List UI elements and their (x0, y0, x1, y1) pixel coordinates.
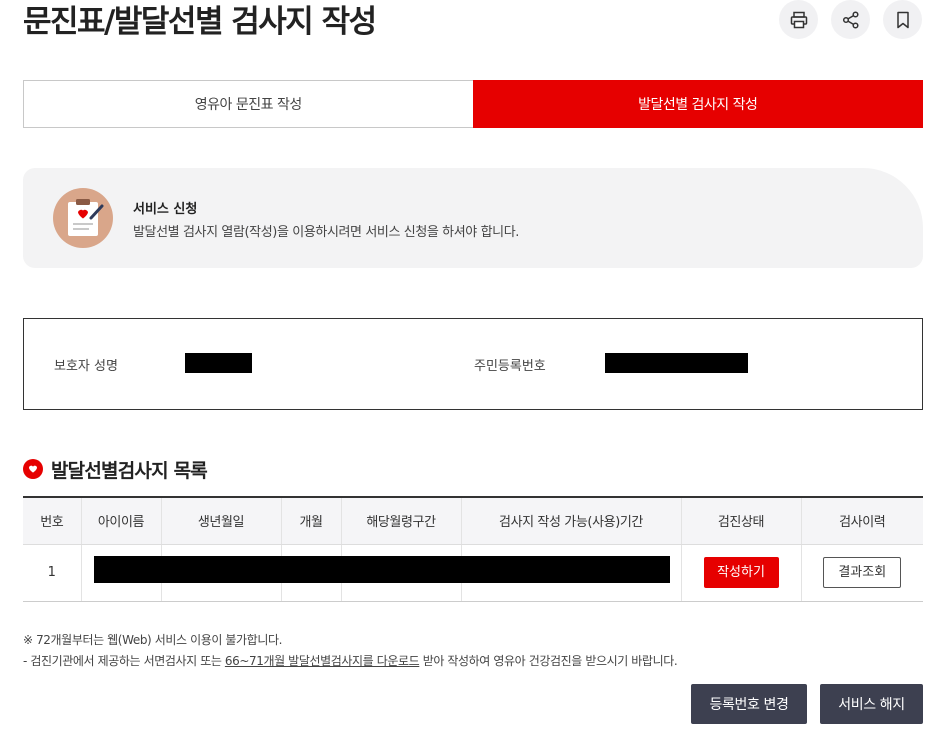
clipboard-heart-icon (53, 188, 113, 248)
print-button[interactable] (779, 0, 818, 39)
cell-status: 작성하기 (680, 544, 801, 602)
row-data-redacted (94, 556, 670, 583)
col-header-birthdate: 생년월일 (160, 496, 281, 545)
col-header-available-period: 검사지 작성 가능(사용)기간 (460, 496, 681, 545)
table-header-row: 번호 아이이름 생년월일 개월 해당월령구간 검사지 작성 가능(사용)기간 검… (23, 496, 923, 545)
guardian-name-redacted (185, 353, 252, 373)
section-title: 발달선별검사지 목록 (23, 455, 208, 483)
guardian-info-box: 보호자 성명 주민등록번호 (23, 318, 923, 410)
service-notice: 서비스 신청 발달선별 검사지 열람(작성)을 이용하시려면 서비스 신청을 하… (23, 168, 923, 268)
guardian-name-label: 보호자 성명 (54, 359, 118, 374)
write-button[interactable]: 작성하기 (703, 557, 779, 588)
rrn-label: 주민등록번호 (474, 359, 546, 374)
note-download: - 검진기관에서 제공하는 서면검사지 또는 66~71개월 발달선별검사지를 … (23, 652, 678, 669)
print-icon (790, 11, 807, 28)
change-registration-button[interactable]: 등록번호 변경 (691, 684, 807, 724)
rrn-redacted (605, 353, 748, 373)
view-result-button[interactable]: 결과조회 (823, 557, 902, 588)
col-header-age-range: 해당월령구간 (340, 496, 461, 545)
tab-bar: 영유아 문진표 작성 발달선별 검사지 작성 (23, 80, 923, 128)
download-link[interactable]: 66~71개월 발달선별검사지를 다운로드 (225, 654, 420, 668)
note-download-prefix: - 검진기관에서 제공하는 서면검사지 또는 (23, 654, 225, 668)
col-header-status: 검진상태 (680, 496, 801, 545)
tab-questionnaire[interactable]: 영유아 문진표 작성 (23, 80, 473, 128)
col-header-months: 개월 (280, 496, 341, 545)
notice-title: 서비스 신청 (133, 202, 198, 217)
row-number: 1 (23, 544, 81, 602)
screening-list-table: 번호 아이이름 생년월일 개월 해당월령구간 검사지 작성 가능(사용)기간 검… (23, 496, 923, 602)
col-header-history: 검사이력 (800, 496, 923, 545)
share-button[interactable] (831, 0, 870, 39)
heart-icon (23, 459, 43, 479)
note-web-limit: ※ 72개월부터는 웹(Web) 서비스 이용이 불가합니다. (23, 633, 283, 647)
cancel-service-button[interactable]: 서비스 해지 (820, 684, 923, 724)
tab-development-screening[interactable]: 발달선별 검사지 작성 (472, 80, 923, 128)
col-header-child-name: 아이이름 (80, 496, 161, 545)
notice-description: 발달선별 검사지 열람(작성)을 이용하시려면 서비스 신청을 하셔야 합니다. (133, 225, 520, 240)
bookmark-button[interactable] (883, 0, 922, 39)
bookmark-icon (896, 11, 909, 28)
page-title: 문진표/발달선별 검사지 작성 (23, 4, 377, 40)
cell-history: 결과조회 (800, 544, 923, 602)
note-download-suffix: 받아 작성하여 영유아 건강검진을 받으시기 바랍니다. (419, 654, 678, 668)
col-header-no: 번호 (23, 496, 81, 545)
section-title-text: 발달선별검사지 목록 (51, 459, 208, 482)
share-icon (842, 10, 859, 29)
